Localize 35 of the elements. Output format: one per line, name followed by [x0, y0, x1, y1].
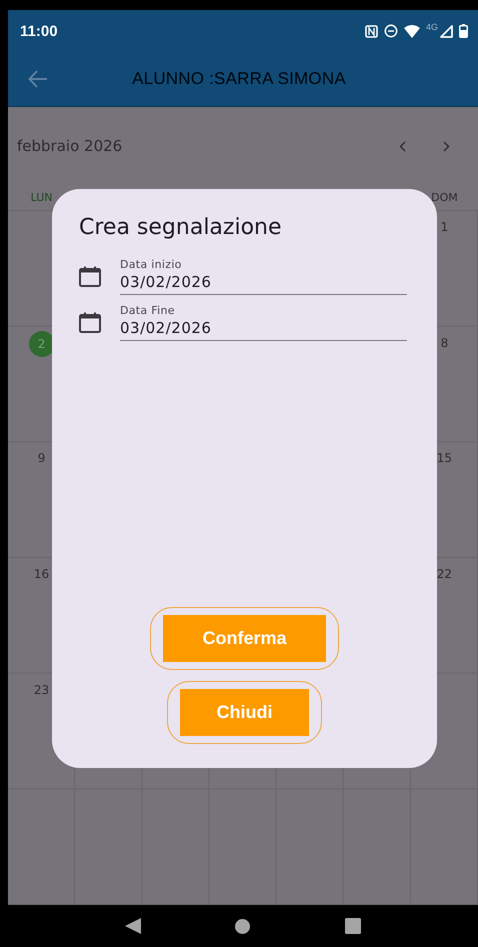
- chevron-right-icon: [442, 140, 450, 152]
- chevron-left-icon: [398, 140, 406, 152]
- day-number[interactable]: 8: [440, 336, 448, 350]
- calendar-icon: [79, 312, 101, 333]
- calendar-icon: [79, 266, 101, 287]
- back-nav-button[interactable]: [125, 918, 142, 934]
- clock-time: 11:00: [20, 22, 59, 40]
- home-nav-button[interactable]: [235, 918, 250, 934]
- back-arrow-icon: [28, 70, 48, 88]
- dialog-button[interactable]: Chiudi: [180, 689, 309, 736]
- network-type: 4G: [426, 22, 438, 32]
- date-field[interactable]: Data Fine 03/02/2026: [120, 304, 407, 341]
- dialog-title: Crea segnalazione: [79, 215, 283, 240]
- day-number[interactable]: 2: [28, 330, 55, 357]
- weekday-label: DOM: [430, 191, 459, 204]
- day-number[interactable]: 16: [34, 566, 50, 581]
- day-number[interactable]: 9: [38, 451, 46, 466]
- recents-square-icon: [344, 918, 361, 934]
- day-number[interactable]: 1: [440, 220, 448, 234]
- nfc-icon: [364, 24, 378, 38]
- day-number[interactable]: 22: [436, 566, 452, 581]
- do-not-disturb-icon: [384, 24, 398, 38]
- weekday-label: LUN: [30, 191, 54, 204]
- day-number[interactable]: 23: [34, 682, 50, 697]
- screen-title: ALUNNO :SARRA SIMONA: [131, 69, 347, 89]
- wifi-icon: [404, 24, 420, 38]
- signal-icon: [440, 24, 453, 38]
- day-number[interactable]: 15: [436, 451, 452, 466]
- battery-icon: [459, 24, 468, 38]
- recents-nav-button[interactable]: [344, 918, 361, 934]
- triangle-back-icon: [125, 918, 142, 934]
- home-circle-icon: [235, 918, 250, 934]
- month-title: febbraio 2026: [17, 137, 124, 155]
- dialog-button[interactable]: Conferma: [163, 615, 326, 662]
- date-field[interactable]: Data inizio 03/02/2026: [120, 258, 407, 295]
